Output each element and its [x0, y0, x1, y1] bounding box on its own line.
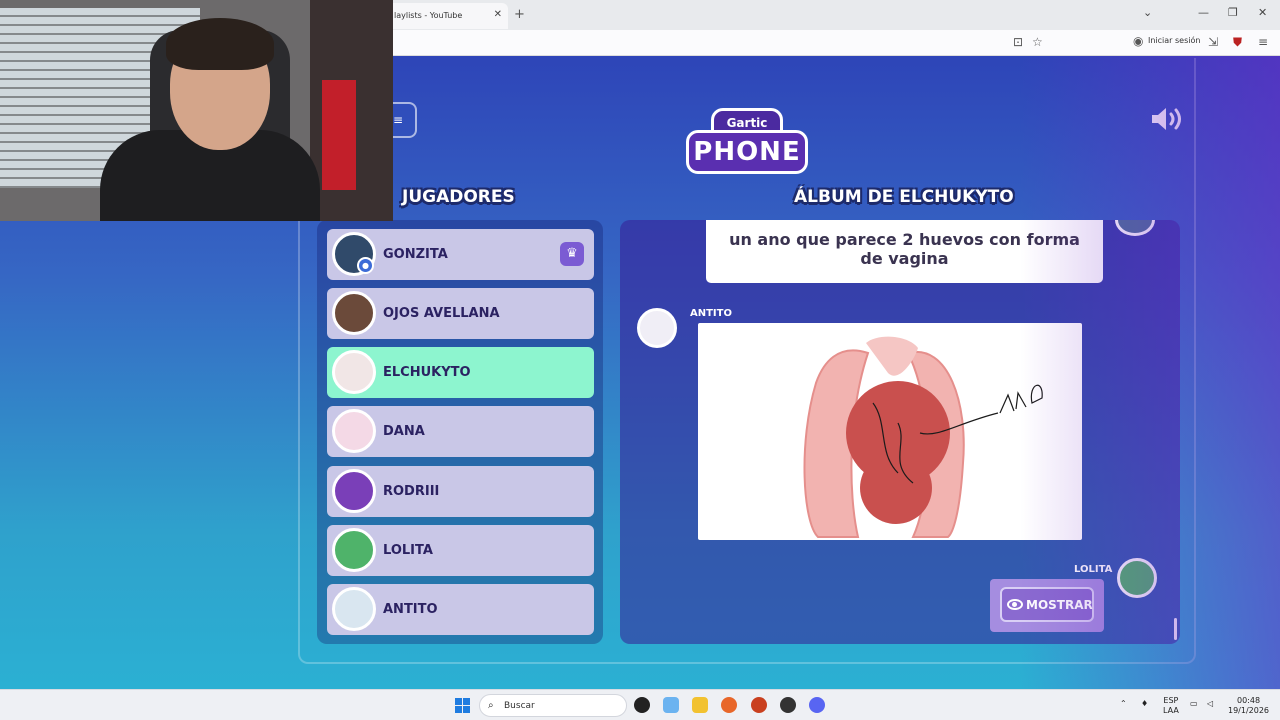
close-window-icon[interactable]: ✕: [1258, 6, 1267, 19]
player-row: RODRIII: [327, 466, 594, 517]
crown-icon: ♛: [560, 242, 584, 266]
next-author-name: LOLITA: [1074, 564, 1113, 575]
player-row: ● GONZITA ♛: [327, 229, 594, 280]
show-button[interactable]: MOSTRAR: [1000, 587, 1094, 622]
install-icon[interactable]: ⊡: [1013, 35, 1023, 49]
player-row-active: ELCHUKYTO: [327, 347, 594, 398]
player-row: LOLITA: [327, 525, 594, 576]
language-indicator[interactable]: ESP LAA: [1163, 696, 1179, 716]
player-avatar: [332, 409, 376, 453]
tray-chevron-icon[interactable]: ⌃: [1120, 699, 1127, 709]
webcam-person-hair: [166, 18, 274, 70]
album-heading: ÁLBUM DE ELCHUKYTO: [794, 187, 1014, 207]
player-avatar: [332, 469, 376, 513]
player-avatar: [332, 587, 376, 631]
players-panel: ● GONZITA ♛ OJOS AVELLANA ELCHUKYTO DANA…: [317, 220, 603, 644]
clock-time: 00:48: [1236, 696, 1261, 705]
browser-tab[interactable]: laylists - YouTube ✕: [386, 3, 508, 29]
lang-line1: ESP: [1163, 696, 1179, 705]
tab-close-icon[interactable]: ✕: [494, 9, 502, 20]
show-button-wrapper: MOSTRAR: [990, 579, 1104, 632]
next-author-avatar: [1117, 558, 1157, 598]
shield-extension-icon[interactable]: ⛊: [1233, 35, 1242, 50]
back-icon: ≡: [393, 113, 404, 127]
player-name: GONZITA: [383, 247, 448, 262]
drawing-canvas: [803, 336, 1043, 538]
players-heading: JUGADORES: [402, 187, 515, 207]
album-panel: un ano que parece 2 huevos con forma de …: [620, 220, 1180, 644]
player-avatar: [332, 291, 376, 335]
tab-title: laylists - YouTube: [394, 11, 463, 20]
player-avatar: [332, 350, 376, 394]
host-user-icon: ●: [357, 257, 374, 274]
drawing-author-name: ANTITO: [690, 308, 732, 319]
bookmark-star-icon[interactable]: ☆: [1032, 35, 1043, 49]
back-button[interactable]: ≡: [393, 102, 417, 138]
webcam-scarf: [322, 80, 356, 190]
microphone-icon[interactable]: ♦: [1141, 699, 1148, 709]
player-name: OJOS AVELLANA: [383, 306, 500, 321]
new-tab-button[interactable]: +: [514, 7, 525, 22]
logo-bottom: PHONE: [686, 130, 808, 174]
windows-start-icon[interactable]: [455, 698, 470, 713]
firefox-icon[interactable]: [721, 697, 737, 713]
menu-icon[interactable]: ≡: [1258, 35, 1268, 49]
player-name: DANA: [383, 424, 425, 439]
album-drawing: [698, 323, 1082, 540]
file-explorer-icon[interactable]: [692, 697, 708, 713]
app-icon[interactable]: [634, 697, 650, 713]
tab-list-icon[interactable]: ⌄: [1143, 6, 1152, 19]
extensions-icon[interactable]: ⇲: [1208, 35, 1218, 49]
lang-line2: LAA: [1163, 706, 1179, 715]
player-name: RODRIII: [383, 484, 440, 499]
volume-icon[interactable]: [1150, 106, 1184, 132]
player-row: ANTITO: [327, 584, 594, 635]
maximize-icon[interactable]: ❐: [1228, 6, 1238, 19]
player-name: ANTITO: [383, 602, 438, 617]
webcam-overlay: [0, 0, 393, 221]
windows-taskbar: ⌕ Buscar ⌃ ♦ ESP LAA ▭ ◁ 00:48 19/1/2026: [0, 689, 1280, 720]
gartic-phone-logo: Gartic PHONE: [686, 104, 808, 176]
show-button-label: MOSTRAR: [1026, 598, 1093, 612]
drawing-author-avatar: [637, 308, 677, 348]
app-icon[interactable]: [663, 697, 679, 713]
discord-icon[interactable]: [809, 697, 825, 713]
app-icon[interactable]: [751, 697, 767, 713]
search-placeholder: Buscar: [504, 701, 535, 711]
player-avatar: [332, 528, 376, 572]
eye-icon: [1007, 599, 1023, 610]
volume-tray-icon[interactable]: ◁: [1207, 699, 1213, 709]
player-name: LOLITA: [383, 543, 433, 558]
search-icon: ⌕: [488, 700, 494, 711]
signin-button[interactable]: Iniciar sesión: [1148, 36, 1200, 45]
author-avatar: [1115, 220, 1155, 236]
player-row: OJOS AVELLANA: [327, 288, 594, 339]
profile-icon[interactable]: ◉: [1133, 34, 1143, 48]
clock-date: 19/1/2026: [1228, 706, 1270, 715]
clock[interactable]: 00:48 19/1/2026: [1228, 696, 1269, 716]
network-icon[interactable]: ▭: [1190, 699, 1198, 709]
album-scrollbar[interactable]: [1174, 618, 1177, 640]
album-text-entry: un ano que parece 2 huevos con forma de …: [706, 220, 1103, 283]
taskbar-search[interactable]: ⌕ Buscar: [479, 694, 627, 717]
minimize-icon[interactable]: —: [1198, 6, 1209, 19]
player-row: DANA: [327, 406, 594, 457]
app-icon[interactable]: [780, 697, 796, 713]
player-name: ELCHUKYTO: [383, 365, 471, 380]
